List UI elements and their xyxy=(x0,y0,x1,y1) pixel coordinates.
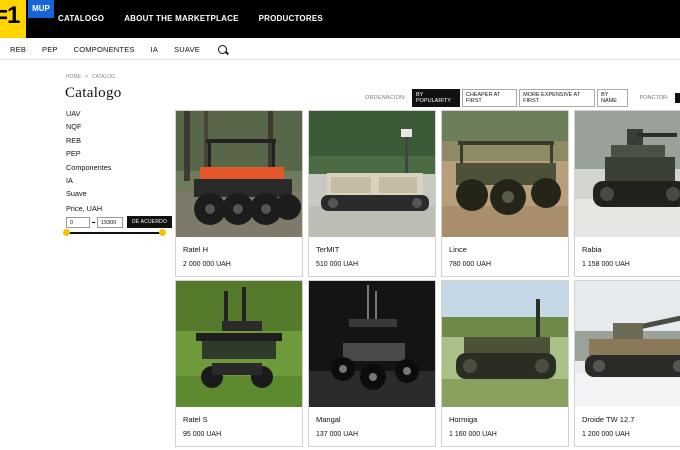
subnav-suave[interactable]: SUAVE xyxy=(174,45,200,54)
product-name[interactable]: Hormiga xyxy=(449,415,477,424)
breadcrumb-current: CATALOG xyxy=(91,74,116,80)
price-min-input[interactable]: 0 xyxy=(66,217,90,228)
product-card[interactable]: Droide TW 12.7 1 200 000 UAH xyxy=(574,280,680,447)
product-name[interactable]: Rabia xyxy=(582,245,602,254)
mup-badge[interactable]: MUP xyxy=(28,0,54,18)
product-card[interactable]: Lince 780 000 UAH xyxy=(441,110,569,277)
sort-more-expensive-first[interactable]: MORE EXPENSIVE AT FIRST xyxy=(519,89,596,107)
product-card[interactable]: Hormiga 1 160 000 UAH xyxy=(441,280,569,447)
sort-cheaper-first[interactable]: CHEAPER AT FIRST xyxy=(461,89,518,107)
product-price: 1 158 000 UAH xyxy=(582,261,630,268)
price-slider-min-handle[interactable] xyxy=(63,229,70,236)
sort-bar: ORDENACION: BY POPULARITY CHEAPER AT FIR… xyxy=(365,89,680,107)
price-max-input[interactable]: 19300 xyxy=(97,217,123,228)
product-image-lince[interactable] xyxy=(442,111,568,237)
category-suave[interactable]: Suave xyxy=(66,189,111,198)
product-image-termit[interactable] xyxy=(309,111,435,237)
product-card[interactable]: Ratel H 2 000 000 UAH xyxy=(175,110,303,277)
product-price: 95 000 UAH xyxy=(183,431,222,438)
per-page-toggle[interactable] xyxy=(674,93,680,103)
category-reb[interactable]: REB xyxy=(66,136,111,145)
product-price: 2 000 000 UAH xyxy=(183,261,231,268)
subnav-pep[interactable]: PEP xyxy=(42,45,58,54)
category-componentes[interactable]: Componentes xyxy=(66,163,111,172)
product-image-droide-tw-12-7[interactable] xyxy=(575,281,680,407)
product-price: 1 160 000 UAH xyxy=(449,431,497,438)
price-slider-max-handle[interactable] xyxy=(159,229,166,236)
subnav-reb[interactable]: REB xyxy=(10,45,26,54)
product-price: 510 000 UAH xyxy=(316,261,359,268)
nav-about[interactable]: ABOUT THE MARKETPLACE xyxy=(124,14,238,23)
breadcrumb-home[interactable]: HOME xyxy=(66,74,81,80)
product-name[interactable]: Droide TW 12.7 xyxy=(582,415,634,424)
product-card[interactable]: Rabia 1 158 000 UAH xyxy=(574,110,680,277)
breadcrumb-separator: > xyxy=(85,74,88,80)
price-filter-label: Price, UAH xyxy=(66,204,103,213)
breadcrumb: HOME > CATALOG xyxy=(66,74,115,80)
search-icon[interactable] xyxy=(217,44,227,54)
page-title: Catalogo xyxy=(65,85,122,101)
product-price: 1 200 000 UAH xyxy=(582,431,630,438)
product-name[interactable]: TerMIT xyxy=(316,245,339,254)
product-image-mangal[interactable] xyxy=(309,281,435,407)
sort-label: ORDENACION: xyxy=(365,95,407,101)
price-range-dash xyxy=(92,222,95,223)
nav-catalog[interactable]: CATALOGO xyxy=(58,14,104,23)
subnav-componentes[interactable]: COMPONENTES xyxy=(74,45,135,54)
category-list: UAV NQF REB PEP Componentes IA Suave xyxy=(66,109,111,198)
subnav-ia[interactable]: IA xyxy=(151,45,159,54)
main-nav: CATALOGO ABOUT THE MARKETPLACE PRODUCTOR… xyxy=(58,14,323,23)
apply-price-button[interactable]: DE ACUERDO xyxy=(127,216,172,228)
category-pep[interactable]: PEP xyxy=(66,149,111,158)
price-slider-track[interactable] xyxy=(66,232,163,234)
sort-by-popularity[interactable]: BY POPULARITY xyxy=(412,89,460,107)
category-uav[interactable]: UAV xyxy=(66,109,111,118)
product-name[interactable]: Ratel H xyxy=(183,245,208,254)
product-name[interactable]: Ratel S xyxy=(183,415,208,424)
category-ia[interactable]: IA xyxy=(66,176,111,185)
product-price: 137 000 UAH xyxy=(316,431,359,438)
product-card[interactable]: Mangal 137 000 UAH xyxy=(308,280,436,447)
product-name[interactable]: Lince xyxy=(449,245,467,254)
nav-producers[interactable]: PRODUCTORES xyxy=(259,14,323,23)
brand-logo[interactable]: =1 xyxy=(0,0,26,38)
product-name[interactable]: Mangal xyxy=(316,415,341,424)
product-image-hormiga[interactable] xyxy=(442,281,568,407)
product-card[interactable]: TerMIT 510 000 UAH xyxy=(308,110,436,277)
product-image-rabia[interactable] xyxy=(575,111,680,237)
category-nqf[interactable]: NQF xyxy=(66,122,111,131)
product-image-ratel-s[interactable] xyxy=(176,281,302,407)
product-price: 780 000 UAH xyxy=(449,261,492,268)
product-card[interactable]: Ratel S 95 000 UAH xyxy=(175,280,303,447)
top-header: =1 MUP CATALOGO ABOUT THE MARKETPLACE PR… xyxy=(0,0,680,38)
category-nav: REB PEP COMPONENTES IA SUAVE xyxy=(0,38,680,60)
per-page-label: PONCTOR: xyxy=(639,95,669,101)
product-image-ratel-h[interactable] xyxy=(176,111,302,237)
sort-by-name[interactable]: BY NAME xyxy=(597,89,628,107)
